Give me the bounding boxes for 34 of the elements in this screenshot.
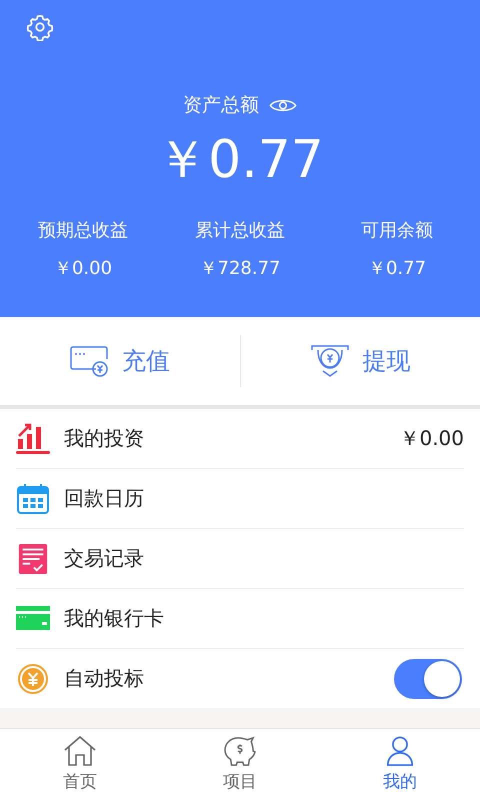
- bar-chart-icon: [16, 422, 50, 454]
- menu-item[interactable]: 我的投资 ￥0.00: [16, 409, 464, 469]
- piggy-bank-icon: [223, 736, 257, 766]
- yuan-coin-icon: [16, 662, 50, 694]
- settings-icon[interactable]: [26, 13, 54, 41]
- menu-label: 自动投标: [64, 665, 145, 692]
- coin-slot-icon: [310, 344, 350, 378]
- stat-label: 累计总收益: [195, 219, 285, 242]
- investment-amount: ￥0.00: [399, 425, 464, 452]
- tab[interactable]: 项目: [160, 729, 320, 800]
- stat-label: 预期总收益: [38, 219, 128, 242]
- menu-item[interactable]: 我的银行卡: [16, 589, 464, 649]
- card-coin-icon: [70, 344, 110, 378]
- menu-item[interactable]: 自动投标: [16, 649, 464, 708]
- total-assets-amount: ￥0.77: [156, 130, 324, 190]
- stat-value: ￥0.00: [54, 257, 112, 280]
- withdraw-button[interactable]: 提现: [240, 317, 480, 405]
- menu-label: 交易记录: [64, 545, 145, 572]
- recharge-button[interactable]: 充值: [0, 317, 240, 405]
- toggle-switch[interactable]: [394, 658, 462, 698]
- stat-value: ￥728.77: [200, 257, 280, 280]
- home-icon: [63, 736, 97, 766]
- menu-item[interactable]: 回款日历: [16, 469, 464, 529]
- menu-label: 回款日历: [64, 485, 145, 512]
- menu-label: 我的银行卡: [64, 605, 165, 632]
- menu-item[interactable]: 交易记录: [16, 529, 464, 589]
- stat-label: 可用余额: [361, 219, 433, 242]
- receipt-icon: [16, 542, 50, 574]
- stat-value: ￥0.77: [368, 257, 426, 280]
- menu-label: 我的投资: [64, 425, 145, 452]
- tab[interactable]: 我的: [320, 729, 480, 800]
- tab[interactable]: 首页: [0, 729, 160, 800]
- calendar-icon: [16, 482, 50, 514]
- total-assets-label: 资产总额: [183, 93, 259, 118]
